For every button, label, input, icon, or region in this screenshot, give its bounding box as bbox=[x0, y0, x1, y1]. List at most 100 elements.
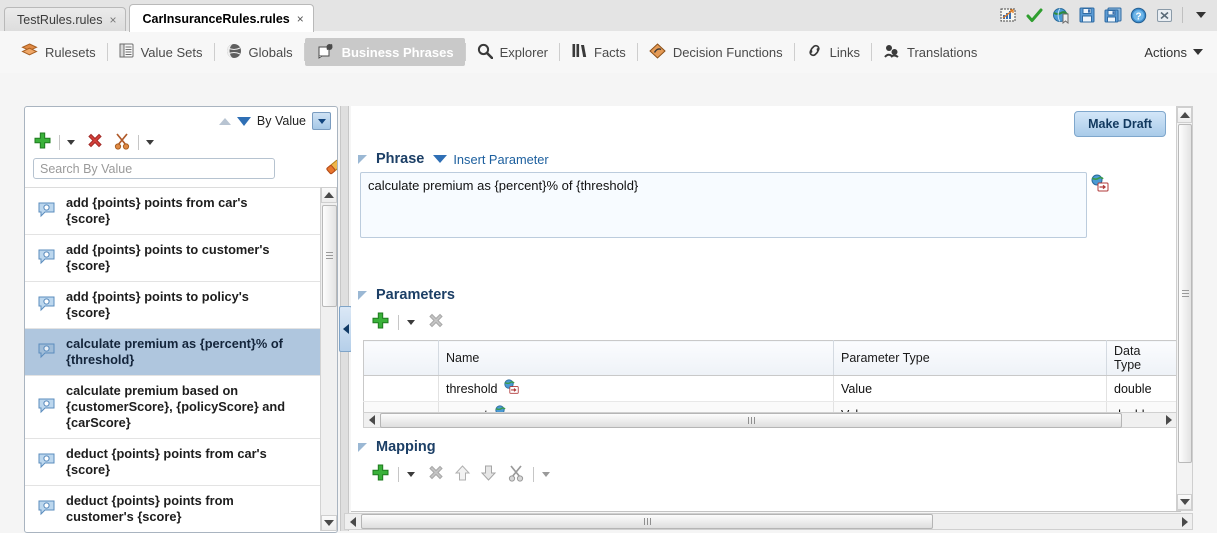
cell-data-type[interactable]: double bbox=[1106, 375, 1177, 402]
list-item-label: calculate premium as {percent}% of {thre… bbox=[66, 336, 283, 367]
caret-down-icon[interactable] bbox=[407, 471, 415, 477]
list-item[interactable]: deduct {points} points from customer's {… bbox=[25, 486, 335, 532]
nav-item-rulesets[interactable]: Rulesets bbox=[10, 38, 107, 66]
cut-button[interactable] bbox=[113, 132, 131, 153]
nav-item-translations[interactable]: Translations bbox=[872, 38, 988, 66]
disclosure-triangle-icon[interactable] bbox=[358, 154, 367, 164]
make-draft-button[interactable]: Make Draft bbox=[1074, 111, 1166, 137]
parameters-horizontal-scrollbar[interactable] bbox=[363, 412, 1177, 428]
caret-down-icon[interactable] bbox=[67, 139, 75, 145]
nav-item-label: Decision Functions bbox=[672, 44, 783, 60]
chart-grid-icon[interactable] bbox=[998, 5, 1019, 26]
parameters-section-header: Parameters bbox=[358, 287, 455, 303]
caret-down-icon[interactable] bbox=[146, 139, 154, 145]
editor-tab-carinsurancerules[interactable]: CarInsuranceRules.rules × bbox=[129, 4, 314, 32]
checkmark-icon[interactable] bbox=[1024, 5, 1045, 26]
nav-item-facts[interactable]: Facts bbox=[560, 38, 637, 66]
scroll-thumb[interactable] bbox=[380, 412, 1122, 428]
add-parameter-button[interactable] bbox=[371, 311, 390, 333]
help-icon[interactable]: ? bbox=[1128, 5, 1149, 26]
sort-ascending-icon[interactable] bbox=[218, 117, 231, 125]
sort-descending-icon[interactable] bbox=[236, 116, 251, 126]
save-all-icon[interactable] bbox=[1102, 5, 1123, 26]
scroll-down-button[interactable] bbox=[1177, 494, 1192, 510]
nav-item-business-phrases[interactable]: Business Phrases bbox=[304, 38, 465, 66]
scroll-right-button[interactable] bbox=[1161, 413, 1176, 427]
list-item-selected[interactable]: calculate premium as {percent}% of {thre… bbox=[25, 329, 335, 376]
close-icon[interactable] bbox=[1154, 5, 1175, 26]
phrase-textarea[interactable]: calculate premium as {percent}% of {thre… bbox=[360, 172, 1087, 238]
scroll-thumb[interactable] bbox=[361, 514, 933, 529]
nav-item-value-sets[interactable]: Value Sets bbox=[108, 38, 214, 66]
cell-name[interactable]: threshold bbox=[438, 375, 834, 402]
caret-down-icon[interactable] bbox=[542, 471, 550, 477]
save-icon[interactable] bbox=[1076, 5, 1097, 26]
chevron-down-icon bbox=[1193, 49, 1203, 55]
close-icon[interactable]: × bbox=[297, 13, 304, 25]
scroll-thumb[interactable] bbox=[1178, 124, 1192, 463]
close-icon[interactable]: × bbox=[109, 14, 116, 26]
move-up-button[interactable] bbox=[454, 464, 471, 485]
content-area: By Value Search By Value add {points} po… bbox=[0, 73, 1217, 533]
column-header-data-type[interactable]: Data Type bbox=[1106, 340, 1177, 376]
scroll-right-button[interactable] bbox=[1177, 515, 1192, 529]
list-item-label: add {points} points to policy's {score} bbox=[66, 289, 249, 320]
column-header-blank[interactable] bbox=[363, 340, 439, 376]
caret-down-icon[interactable] bbox=[407, 319, 415, 325]
add-mapping-button[interactable] bbox=[371, 463, 390, 485]
scroll-down-button[interactable] bbox=[321, 515, 337, 531]
globe-link-icon[interactable] bbox=[503, 379, 520, 398]
phrase-section-title: Phrase bbox=[376, 151, 425, 167]
list-item[interactable]: deduct {points} points from car's {score… bbox=[25, 439, 335, 486]
phrase-list[interactable]: add {points} points from car's {score} a… bbox=[25, 187, 335, 532]
nav-item-label: Facts bbox=[594, 44, 626, 60]
scroll-left-button[interactable] bbox=[364, 413, 379, 427]
column-header-parameter-type[interactable]: Parameter Type bbox=[833, 340, 1107, 376]
cell-parameter-type[interactable]: Value bbox=[833, 375, 1107, 402]
scroll-thumb[interactable] bbox=[322, 205, 337, 307]
delete-parameter-button[interactable] bbox=[427, 312, 445, 333]
column-header-name[interactable]: Name bbox=[438, 340, 834, 376]
decision-functions-icon bbox=[649, 42, 666, 62]
nav-item-links[interactable]: Links bbox=[795, 38, 871, 66]
add-button[interactable] bbox=[33, 131, 52, 153]
list-item[interactable]: add {points} points to policy's {score} bbox=[25, 282, 335, 329]
editor-tab-testrules[interactable]: TestRules.rules × bbox=[4, 7, 127, 32]
move-down-button[interactable] bbox=[480, 464, 497, 485]
scroll-up-button[interactable] bbox=[321, 187, 337, 203]
eraser-icon[interactable] bbox=[323, 156, 337, 181]
nav-item-explorer[interactable]: Explorer bbox=[466, 38, 559, 66]
scroll-up-button[interactable] bbox=[1177, 107, 1192, 123]
phrase-list-vertical-scrollbar[interactable] bbox=[320, 187, 337, 531]
editor-vertical-scrollbar[interactable] bbox=[1176, 106, 1193, 511]
delete-mapping-button[interactable] bbox=[427, 464, 445, 485]
nav-item-decision-functions[interactable]: Decision Functions bbox=[638, 38, 794, 66]
list-item[interactable]: add {points} points from car's {score} bbox=[25, 188, 335, 235]
actions-menu[interactable]: Actions bbox=[1144, 31, 1203, 73]
chevron-down-icon[interactable] bbox=[1190, 5, 1211, 26]
search-input[interactable]: Search By Value bbox=[33, 158, 275, 179]
globe-bookmark-icon[interactable] bbox=[1050, 5, 1071, 26]
sort-dropdown-button[interactable] bbox=[312, 112, 331, 130]
insert-parameter-menu[interactable]: Insert Parameter bbox=[433, 152, 549, 167]
phrase-bubble-icon bbox=[37, 295, 56, 315]
editor-horizontal-scrollbar[interactable] bbox=[344, 513, 1193, 530]
table-row[interactable]: threshold Value double bbox=[363, 375, 1177, 402]
actions-label: Actions bbox=[1144, 44, 1187, 60]
delete-button[interactable] bbox=[86, 132, 104, 153]
nav-item-globals[interactable]: Globals bbox=[215, 38, 304, 66]
disclosure-triangle-icon[interactable] bbox=[358, 442, 367, 452]
list-item[interactable]: calculate premium based on {customerScor… bbox=[25, 376, 335, 439]
parameters-toolbar bbox=[371, 309, 445, 335]
phrase-list-toolbar bbox=[33, 129, 154, 155]
disclosure-triangle-icon[interactable] bbox=[358, 290, 367, 300]
nav-item-label: Rulesets bbox=[45, 44, 96, 60]
valuesets-icon bbox=[119, 43, 134, 61]
row-selector-cell[interactable] bbox=[363, 375, 439, 402]
scroll-left-button[interactable] bbox=[345, 515, 360, 529]
globe-link-icon[interactable] bbox=[1090, 174, 1110, 196]
list-item[interactable]: add {points} points to customer's {score… bbox=[25, 235, 335, 282]
phrase-bubble-icon bbox=[37, 342, 56, 362]
svg-text:?: ? bbox=[1135, 11, 1141, 22]
cut-mapping-button[interactable] bbox=[507, 464, 525, 485]
